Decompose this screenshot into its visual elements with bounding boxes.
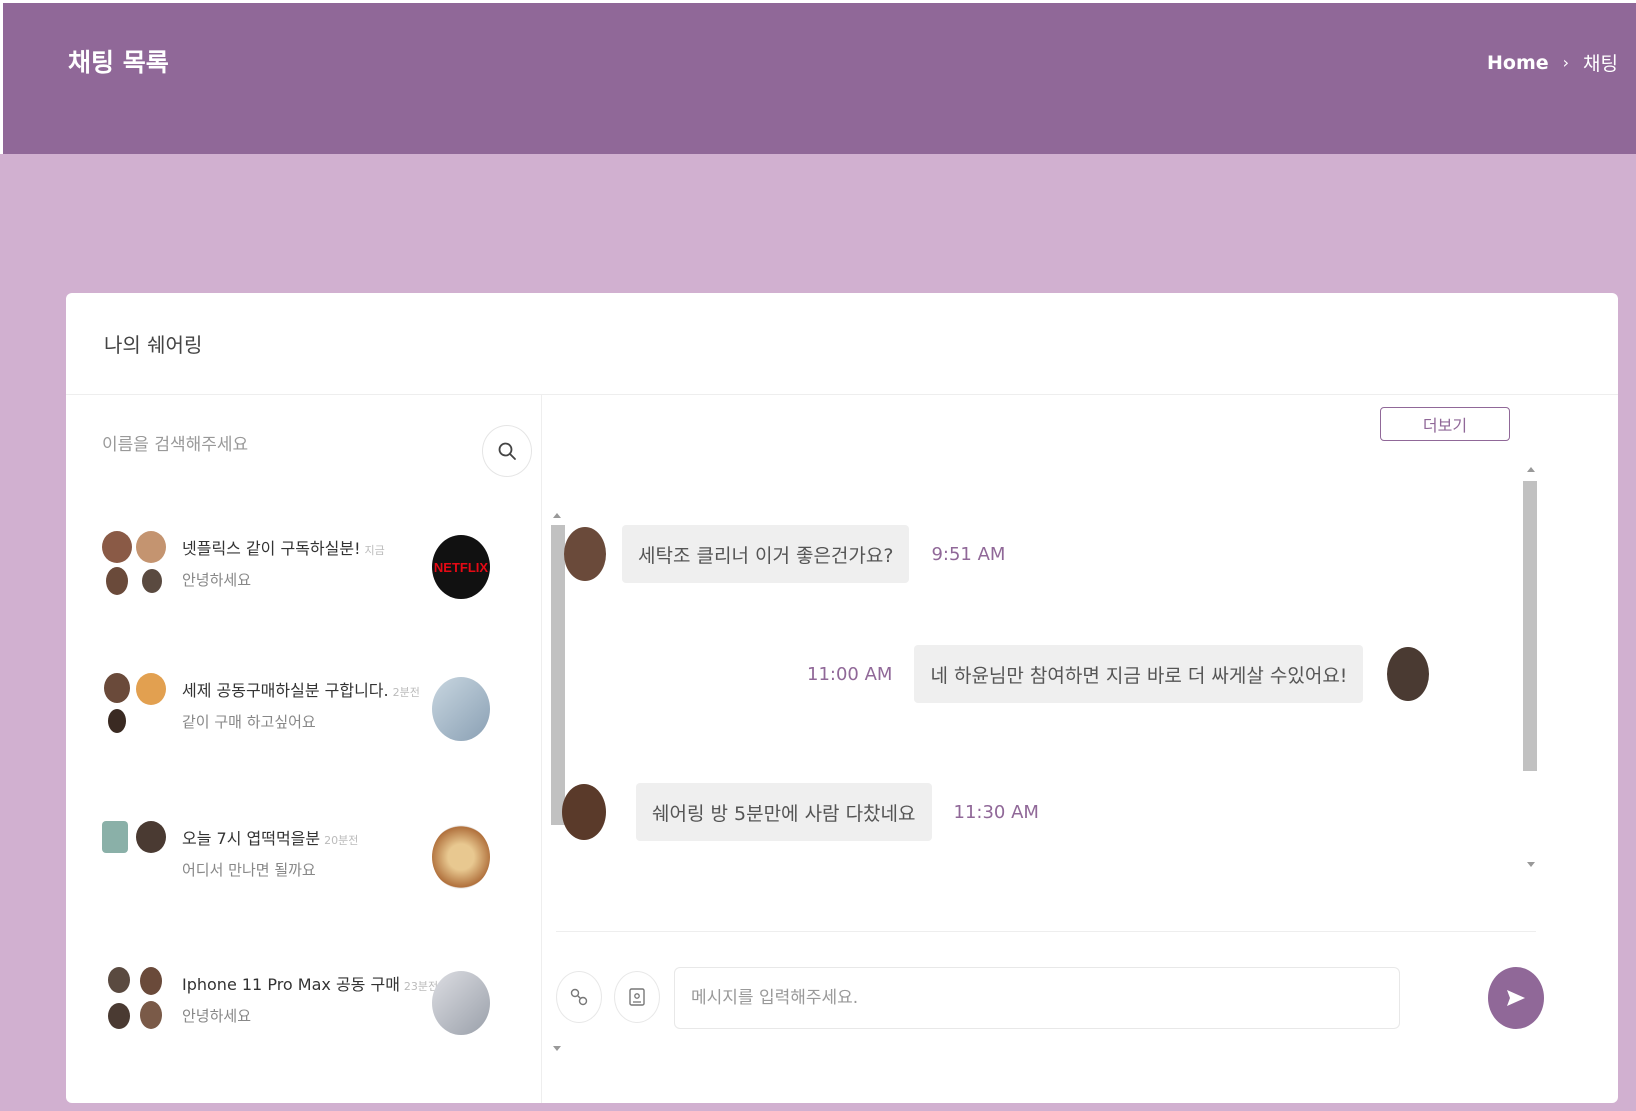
avatar (106, 567, 128, 595)
avatar (140, 967, 162, 995)
netflix-logo-icon: NETFLIX (432, 535, 490, 599)
chat-last-message: 안녕하세요 (182, 1007, 252, 1025)
phone-image-icon (432, 971, 490, 1035)
chat-card: 나의 쉐어링 넷플릭스 같이 구독하실분!지금 안녕하세요 (66, 293, 1618, 1103)
chat-list-item[interactable]: 오늘 7시 엽떡먹을분 20분전 어디서 만나면 될까요 (102, 821, 542, 917)
messages-pane: 더보기 세탁조 클리너 이거 좋은건가요? 9:51 AM 11:00 AM 네… (542, 395, 1618, 1103)
link-icon (570, 988, 588, 1006)
search-icon (498, 442, 516, 460)
avatar (102, 531, 132, 563)
avatar (102, 821, 128, 853)
breadcrumb-home-link[interactable]: Home (1487, 52, 1549, 74)
chat-list-item[interactable]: Iphone 11 Pro Max 공동 구매 23분전 안녕하세요 (102, 967, 542, 1063)
breadcrumb-separator: › (1562, 53, 1570, 72)
avatar (136, 531, 166, 563)
group-avatars (102, 531, 172, 601)
page-title: 채팅 목록 (68, 48, 169, 77)
avatar (564, 527, 606, 581)
send-button[interactable] (1488, 967, 1544, 1029)
group-avatars (102, 821, 172, 891)
avatar (104, 673, 130, 703)
breadcrumb: Home › 채팅 (1487, 49, 1618, 76)
chat-list-item[interactable]: 넷플릭스 같이 구독하실분! 지금 안녕하세요 NETFLIX (102, 531, 542, 627)
scroll-up-icon[interactable] (1527, 467, 1535, 472)
avatar (136, 673, 166, 705)
detergent-image-icon (432, 677, 490, 741)
message-row: 쉐어링 방 5분만에 사람 다찼네요 11:30 AM (562, 783, 1039, 841)
more-button[interactable]: 더보기 (1380, 407, 1510, 441)
group-avatars (102, 673, 172, 743)
scroll-down-icon[interactable] (1527, 862, 1535, 867)
chat-title: 넷플릭스 같이 구독하실분! (182, 539, 361, 558)
avatar (1387, 647, 1430, 701)
chat-last-message: 안녕하세요 (182, 571, 252, 589)
search-bar (102, 425, 532, 479)
food-image-icon (432, 825, 490, 889)
search-input[interactable] (102, 435, 462, 455)
chat-list-item[interactable]: 세제 공동구매하실분 구합니다. 2분전 같이 구매 하고싶어요 (102, 673, 542, 769)
avatar (142, 569, 162, 593)
chat-time: 20분전 (324, 834, 359, 847)
message-bubble: 쉐어링 방 5분만에 사람 다찼네요 (636, 783, 932, 841)
message-time: 11:00 AM (807, 663, 893, 685)
chat-last-message: 같이 구매 하고싶어요 (182, 713, 316, 731)
chat-last-message: 어디서 만나면 될까요 (182, 861, 316, 879)
scrollbar-thumb[interactable] (1523, 481, 1537, 771)
attach-image-button[interactable] (614, 971, 660, 1023)
image-icon (629, 988, 645, 1006)
attach-link-button[interactable] (556, 971, 602, 1023)
search-button[interactable] (482, 425, 532, 477)
card-title: 나의 쉐어링 (104, 333, 203, 357)
avatar (136, 821, 166, 853)
top-bar: 채팅 목록 Home › 채팅 (0, 0, 1636, 154)
message-row: 세탁조 클리너 이거 좋은건가요? 9:51 AM (564, 525, 1005, 583)
avatar (108, 1003, 130, 1029)
avatar (562, 784, 606, 840)
chat-time: 지금 (364, 544, 385, 557)
message-row: 11:00 AM 네 하윤님만 참여하면 지금 바로 더 싸게살 수있어요! (807, 645, 1430, 703)
avatar (108, 709, 126, 733)
chat-time: 2분전 (392, 686, 420, 699)
breadcrumb-current: 채팅 (1583, 53, 1618, 75)
avatar (108, 967, 130, 993)
composer-divider (556, 931, 1536, 932)
chat-list-pane: 넷플릭스 같이 구독하실분!지금 안녕하세요 NETFLIX 세제 공동구매하실… (66, 395, 566, 1103)
chat-title: 세제 공동구매하실분 구합니다. (182, 681, 389, 700)
message-input[interactable] (674, 967, 1400, 1029)
chat-title: Iphone 11 Pro Max 공동 구매 (182, 975, 400, 994)
send-icon (1507, 990, 1525, 1006)
message-bubble: 세탁조 클리너 이거 좋은건가요? (622, 525, 910, 583)
chat-title: 오늘 7시 엽떡먹을분 (182, 829, 321, 848)
messages-scrollbar[interactable] (1521, 461, 1539, 873)
message-time: 9:51 AM (931, 543, 1006, 565)
message-bubble: 네 하윤님만 참여하면 지금 바로 더 싸게살 수있어요! (914, 645, 1364, 703)
avatar (140, 1001, 162, 1029)
group-avatars (102, 967, 172, 1037)
message-time: 11:30 AM (953, 801, 1039, 823)
card-header: 나의 쉐어링 (66, 293, 1618, 395)
